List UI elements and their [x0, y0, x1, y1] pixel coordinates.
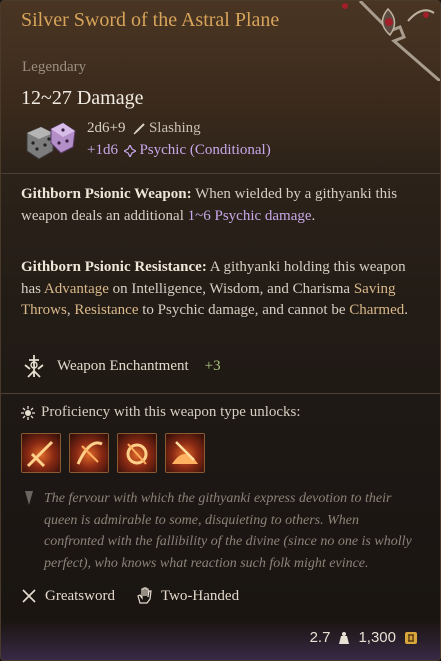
- item-tooltip: Silver Sword of the Astral Plane Legenda…: [0, 0, 441, 661]
- lore-text: The fervour with which the githyanki exp…: [44, 491, 412, 571]
- tag-greatsword: Greatsword: [21, 588, 115, 605]
- proficiency-icon: [21, 405, 35, 420]
- base-damage-type: Slashing: [148, 120, 201, 136]
- extra-damage-type: Psychic (Conditional): [139, 142, 271, 158]
- divider: [1, 173, 440, 174]
- tag-two-handed: Two-Handed: [135, 587, 239, 605]
- extra-dice: +1d6: [87, 142, 118, 158]
- tooltip-header: Silver Sword of the Astral Plane Legenda…: [1, 1, 440, 173]
- sword-artwork-icon: [342, 1, 440, 81]
- passive-text: .: [404, 302, 408, 318]
- weight-value: 2.7: [309, 629, 331, 646]
- dice-icon: [26, 122, 76, 160]
- enchantment-label: Weapon Enchantment: [57, 357, 189, 374]
- tag-label: Two-Handed: [160, 587, 240, 604]
- enchantment-value: +3: [204, 357, 221, 374]
- lore-quote-icon: [25, 491, 33, 505]
- gold-coin-icon: [405, 631, 417, 644]
- passive-psionic-weapon: Githborn Psionic Weapon: When wielded by…: [21, 184, 421, 227]
- tooltip-footer: 2.7 1,300: [310, 629, 418, 646]
- tag-label: Greatsword: [45, 587, 115, 604]
- proficiency-header: Proficiency with this weapon type unlock…: [21, 404, 301, 421]
- price-value: 1,300: [358, 629, 396, 646]
- item-rarity: Legendary: [22, 59, 87, 75]
- proficiency-label: Proficiency with this weapon type unlock…: [41, 404, 301, 420]
- weapon-action-icon: [26, 440, 54, 468]
- damage-range: 12~27 Damage: [21, 87, 144, 109]
- weapon-enchantment: Weapon Enchantment +3: [21, 353, 221, 379]
- weapon-action-slot[interactable]: [69, 433, 109, 473]
- weapon-action-slot[interactable]: [21, 433, 61, 473]
- weapon-action-icon: [126, 443, 148, 465]
- base-dice: 2d6+9: [87, 120, 126, 136]
- extra-damage-line: +1d6 Psychic (Conditional): [87, 142, 271, 159]
- advantage-link[interactable]: Advantage: [44, 281, 109, 297]
- weapon-tags: Greatsword Two-Handed: [21, 587, 259, 605]
- weapon-action-slot[interactable]: [117, 433, 157, 473]
- enchantment-icon: [24, 355, 44, 378]
- hand-icon: [137, 587, 152, 604]
- passive-text: to Psychic damage, and cannot be: [138, 302, 350, 318]
- weapon-action-icon: [76, 441, 103, 465]
- resistance-link[interactable]: Resistance: [74, 302, 138, 318]
- base-damage-line: 2d6+9 Slashing: [87, 120, 201, 137]
- weapon-action-slot[interactable]: [165, 433, 205, 473]
- passive-psionic-resistance: Githborn Psionic Resistance: A githyanki…: [21, 257, 421, 322]
- passive-name: Githborn Psionic Resistance:: [21, 259, 207, 275]
- passive-text: on Intelligence, Wisdom, and Charisma: [108, 280, 354, 297]
- crossed-swords-icon: [22, 589, 36, 603]
- item-title: Silver Sword of the Astral Plane: [21, 9, 280, 31]
- psychic-icon: [122, 143, 138, 158]
- charmed-link[interactable]: Charmed: [349, 302, 404, 318]
- weight-icon: [339, 631, 350, 644]
- passive-text: .: [311, 207, 316, 224]
- weapon-action-icon: [172, 441, 198, 464]
- psychic-damage-link[interactable]: 1~6 Psychic damage: [188, 208, 312, 224]
- divider: [1, 393, 440, 394]
- slashing-icon: [133, 122, 145, 135]
- passive-name: Githborn Psionic Weapon:: [21, 186, 192, 202]
- weapon-actions: [21, 433, 205, 473]
